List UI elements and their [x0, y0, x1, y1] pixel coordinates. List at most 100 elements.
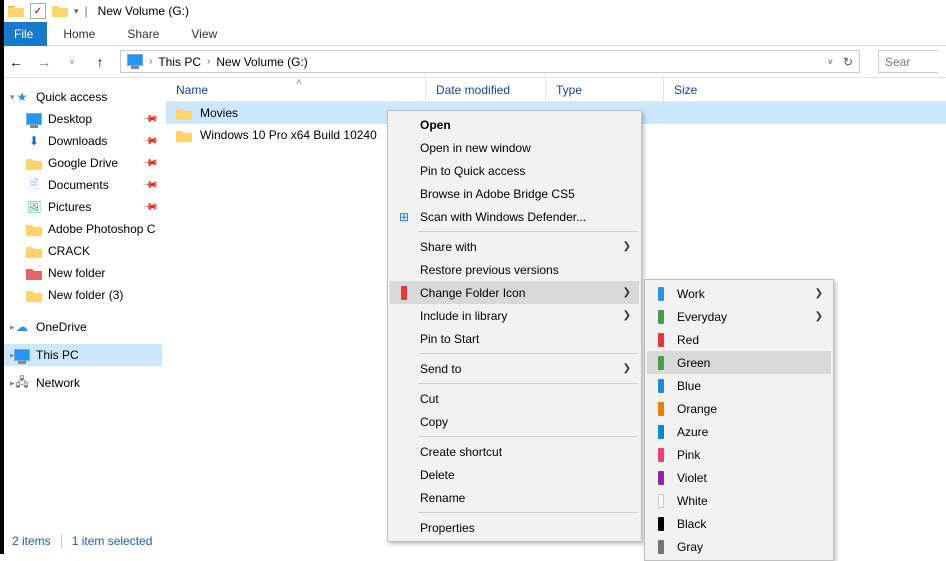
tab-share[interactable]: Share	[111, 22, 175, 46]
chevron-right-icon[interactable]: ›	[149, 56, 152, 67]
ctx-pin-start[interactable]: Pin to Start	[390, 327, 639, 350]
color-item-black[interactable]: Black	[647, 512, 831, 535]
context-menu: Open Open in new window Pin to Quick acc…	[387, 110, 642, 542]
color-swatch-icon	[653, 493, 669, 509]
sidebar-item-documents[interactable]: 🗎 Documents 📌	[4, 174, 162, 196]
titlebar: ✓ ▾ | New Volume (G:)	[0, 0, 946, 22]
sidebar-thispc[interactable]: ▸ This PC	[4, 344, 162, 366]
color-item-azure[interactable]: Azure	[647, 420, 831, 443]
nav-sidebar: ▾ ★ Quick access Desktop 📌 ⬇ Downloads 📌…	[0, 78, 166, 538]
color-swatch-icon	[653, 539, 669, 555]
sidebar-item-label: OneDrive	[36, 320, 87, 334]
search-input[interactable]: Sear	[878, 50, 938, 73]
ctx-share-with[interactable]: Share with❯	[390, 235, 639, 258]
color-item-work[interactable]: Work❯	[647, 282, 831, 305]
chevron-right-icon[interactable]: ▸	[10, 322, 15, 333]
sidebar-item-newfolder[interactable]: New folder	[4, 262, 162, 284]
ctx-pin-quick[interactable]: Pin to Quick access	[390, 159, 639, 182]
sidebar-item-desktop[interactable]: Desktop 📌	[4, 108, 162, 130]
sidebar-item-label: Pictures	[48, 200, 91, 214]
color-item-orange[interactable]: Orange	[647, 397, 831, 420]
sidebar-item-downloads[interactable]: ⬇ Downloads 📌	[4, 130, 162, 152]
column-date[interactable]: Date modified	[426, 78, 546, 101]
qat-dropdown-icon[interactable]: ▾	[74, 6, 79, 17]
color-item-violet[interactable]: Violet	[647, 466, 831, 489]
ctx-open-new-window[interactable]: Open in new window	[390, 136, 639, 159]
color-swatch-icon	[653, 401, 669, 417]
ctx-label: Scan with Windows Defender...	[420, 210, 586, 224]
ctx-send-to[interactable]: Send to❯	[390, 357, 639, 380]
address-bar: ← → ˅ ↑ › This PC › New Volume (G:) ˅ ↻ …	[0, 46, 946, 78]
status-selected: 1 item selected	[72, 534, 153, 548]
qat-check-icon[interactable]: ✓	[30, 3, 46, 19]
color-swatch-icon	[653, 516, 669, 532]
ribbon-tabs: File Home Share View	[0, 22, 946, 46]
network-icon: 🖧	[14, 373, 30, 394]
desktop-icon	[26, 113, 42, 125]
folder-icon	[176, 128, 192, 142]
chevron-right-icon[interactable]: ▸	[10, 378, 15, 389]
ctx-properties[interactable]: Properties	[390, 516, 639, 539]
color-swatch-icon	[653, 309, 669, 325]
breadcrumb[interactable]: › This PC › New Volume (G:) ˅ ↻	[120, 50, 860, 73]
pictures-icon: 🖼	[26, 200, 42, 214]
refresh-icon[interactable]: ↻	[843, 55, 853, 69]
ctx-open[interactable]: Open	[390, 113, 639, 136]
sidebar-network[interactable]: ▸ 🖧 Network	[4, 372, 162, 394]
color-item-gray[interactable]: Gray	[647, 535, 831, 558]
nav-recent-icon[interactable]: ˅	[64, 57, 80, 67]
file-name: Windows 10 Pro x64 Build 10240	[200, 128, 377, 142]
column-type[interactable]: Type	[546, 78, 664, 101]
file-name: Movies	[200, 106, 238, 120]
sidebar-item-label: CRACK	[48, 244, 90, 258]
nav-up-icon[interactable]: ↑	[92, 54, 108, 70]
sidebar-item-label: Quick access	[36, 90, 107, 104]
column-name[interactable]: Name	[166, 78, 426, 101]
sidebar-item-crack[interactable]: CRACK	[4, 240, 162, 262]
sidebar-item-googledrive[interactable]: Google Drive 📌	[4, 152, 162, 174]
sidebar-onedrive[interactable]: ▸ ☁ OneDrive	[4, 316, 162, 338]
chevron-down-icon[interactable]: ▾	[10, 92, 15, 103]
crumb-volume[interactable]: New Volume (G:)	[216, 55, 307, 69]
ctx-browse-bridge[interactable]: Browse in Adobe Bridge CS5	[390, 182, 639, 205]
ctx-rename[interactable]: Rename	[390, 486, 639, 509]
tab-home[interactable]: Home	[47, 22, 111, 46]
chevron-right-icon: ❯	[623, 287, 631, 298]
color-label: Orange	[677, 402, 717, 416]
chevron-right-icon[interactable]: ›	[207, 56, 210, 67]
color-item-white[interactable]: White	[647, 489, 831, 512]
color-label: Red	[677, 333, 699, 347]
nav-forward-icon: →	[36, 54, 52, 70]
color-item-blue[interactable]: Blue	[647, 374, 831, 397]
color-item-everyday[interactable]: Everyday❯	[647, 305, 831, 328]
nav-back-icon[interactable]: ←	[8, 54, 24, 70]
sidebar-item-pictures[interactable]: 🖼 Pictures 📌	[4, 196, 162, 218]
column-size[interactable]: Size	[664, 78, 744, 101]
ctx-include-library[interactable]: Include in library❯	[390, 304, 639, 327]
ctx-change-folder-icon[interactable]: Change Folder Icon ❯	[390, 281, 639, 304]
ctx-delete[interactable]: Delete	[390, 463, 639, 486]
sidebar-item-newfolder3[interactable]: New folder (3)	[4, 284, 162, 306]
ctx-defender[interactable]: ⊞ Scan with Windows Defender...	[390, 205, 639, 228]
folder-icon	[176, 106, 192, 120]
ctx-label: Send to	[420, 362, 461, 376]
color-label: Work	[677, 287, 705, 301]
color-item-red[interactable]: Red	[647, 328, 831, 351]
addr-dropdown-icon[interactable]: ˅	[828, 57, 833, 67]
sidebar-quick-access[interactable]: ▾ ★ Quick access	[4, 86, 162, 108]
pin-icon: 📌	[141, 111, 158, 128]
color-item-green[interactable]: Green	[647, 351, 831, 374]
color-label: Everyday	[677, 310, 727, 324]
ctx-restore[interactable]: Restore previous versions	[390, 258, 639, 281]
crumb-thispc[interactable]: This PC	[158, 55, 201, 69]
ctx-cut[interactable]: Cut	[390, 387, 639, 410]
ctx-create-shortcut[interactable]: Create shortcut	[390, 440, 639, 463]
color-label: Azure	[677, 425, 708, 439]
color-swatch-icon	[653, 378, 669, 394]
status-bar: 2 items 1 item selected	[12, 534, 152, 548]
tab-view[interactable]: View	[175, 22, 233, 46]
ctx-copy[interactable]: Copy	[390, 410, 639, 433]
color-item-pink[interactable]: Pink	[647, 443, 831, 466]
sidebar-item-photoshop[interactable]: Adobe Photoshop C	[4, 218, 162, 240]
tab-file[interactable]: File	[0, 22, 47, 46]
